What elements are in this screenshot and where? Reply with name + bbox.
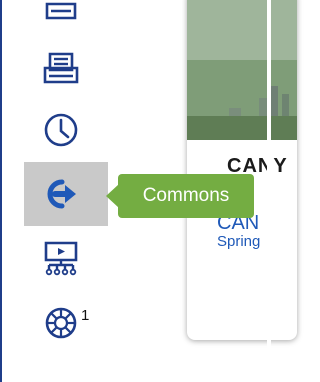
pathways-icon — [45, 307, 77, 339]
commons-tooltip: Commons — [118, 174, 254, 218]
printer-icon — [43, 52, 79, 84]
sidebar-item-pathways[interactable] — [24, 290, 108, 354]
sidebar-item-print[interactable] — [24, 36, 108, 100]
window-right-edge — [267, 0, 271, 382]
presentation-network-icon — [44, 241, 78, 276]
card-link[interactable]: Spring — [217, 233, 260, 250]
sidebar-item-presentation[interactable] — [24, 226, 108, 290]
sign-out-icon — [47, 179, 76, 209]
content-card[interactable]: CANY CAN Spring — [187, 0, 297, 340]
bookmark-partial-icon — [45, 2, 77, 20]
sidebar-item-history[interactable] — [24, 98, 108, 162]
sidebar-item-bookmark[interactable] — [24, 0, 108, 36]
card-image — [187, 0, 297, 140]
sidebar-item-commons[interactable] — [24, 162, 108, 226]
pathways-badge: 1 — [81, 307, 90, 324]
clock-icon — [44, 113, 78, 147]
